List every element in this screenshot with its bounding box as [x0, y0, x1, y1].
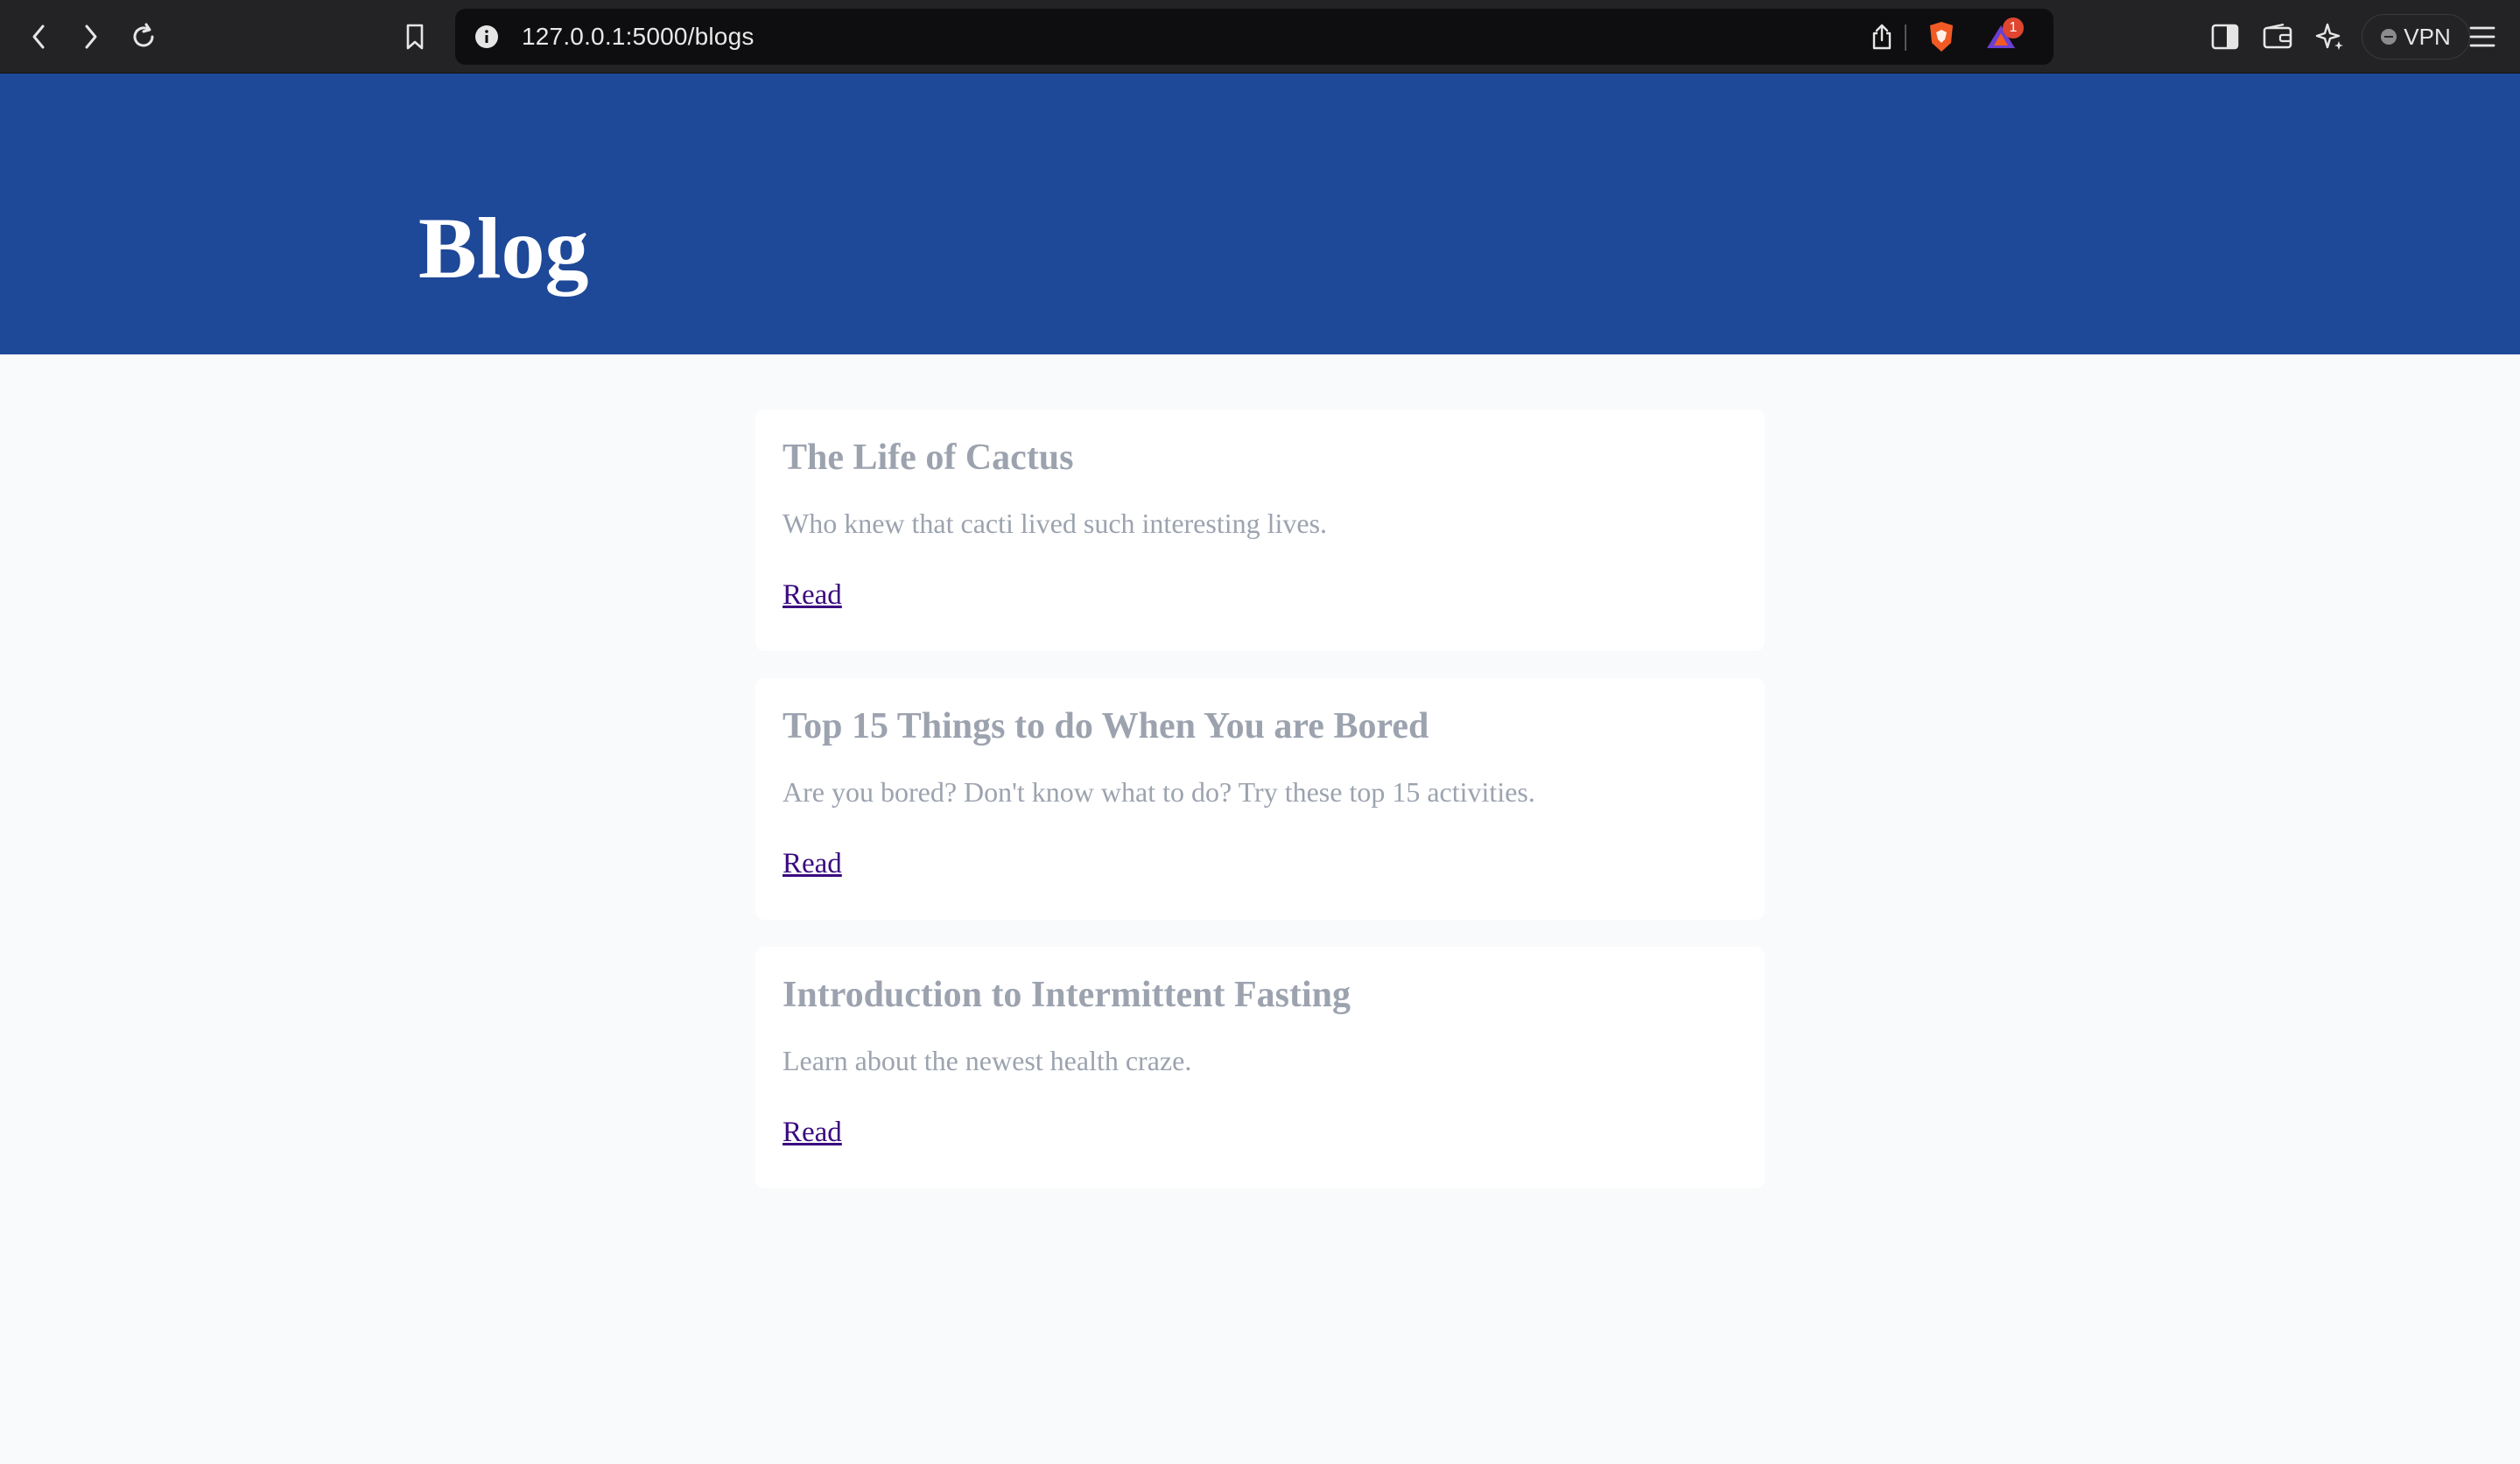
- sidebar-icon[interactable]: [2206, 18, 2244, 56]
- post-summary: Learn about the newest health craze.: [783, 1045, 1192, 1076]
- browser-toolbar: 127.0.0.1:5000/blogs 1 VPN: [0, 0, 2520, 74]
- reload-icon[interactable]: [124, 18, 163, 56]
- blog-post-list: The Life of Cactus Who knew that cacti l…: [755, 410, 1765, 1215]
- vpn-label: VPN: [2404, 23, 2451, 50]
- share-icon[interactable]: [1866, 9, 1898, 65]
- post-title: Introduction to Intermittent Fasting: [783, 975, 1351, 1015]
- back-icon[interactable]: [19, 18, 58, 56]
- post-summary: Are you bored? Don't know what to do? Tr…: [783, 776, 1535, 808]
- site-info-icon[interactable]: [473, 23, 501, 51]
- post-summary: Who knew that cacti lived such interesti…: [783, 508, 1328, 539]
- menu-icon[interactable]: [2463, 18, 2502, 56]
- leo-ai-icon[interactable]: [2311, 18, 2349, 56]
- bookmark-icon[interactable]: [396, 18, 434, 56]
- page-header: Blog: [0, 74, 2520, 354]
- post-title: Top 15 Things to do When You are Bored: [783, 706, 1429, 746]
- brave-rewards-icon[interactable]: 1: [1982, 9, 2024, 65]
- blog-post-card: Top 15 Things to do When You are Bored A…: [755, 678, 1765, 920]
- notification-badge: 1: [2003, 18, 2024, 39]
- url-separator: [1905, 25, 1906, 51]
- read-link[interactable]: Read: [783, 1115, 842, 1150]
- url-text[interactable]: 127.0.0.1:5000/blogs: [522, 9, 755, 65]
- blog-post-card: The Life of Cactus Who knew that cacti l…: [755, 410, 1765, 651]
- wallet-icon[interactable]: [2258, 18, 2297, 56]
- forward-icon[interactable]: [72, 18, 110, 56]
- address-bar[interactable]: 127.0.0.1:5000/blogs 1: [455, 9, 2053, 65]
- read-link[interactable]: Read: [783, 846, 842, 881]
- blog-post-card: Introduction to Intermittent Fasting Lea…: [755, 947, 1765, 1188]
- page-title: Blog: [418, 200, 589, 297]
- read-link[interactable]: Read: [783, 578, 842, 613]
- brave-shields-icon[interactable]: [1922, 9, 1961, 65]
- vpn-icon: [2381, 29, 2397, 45]
- vpn-button[interactable]: VPN: [2362, 14, 2470, 60]
- post-title: The Life of Cactus: [783, 438, 1074, 478]
